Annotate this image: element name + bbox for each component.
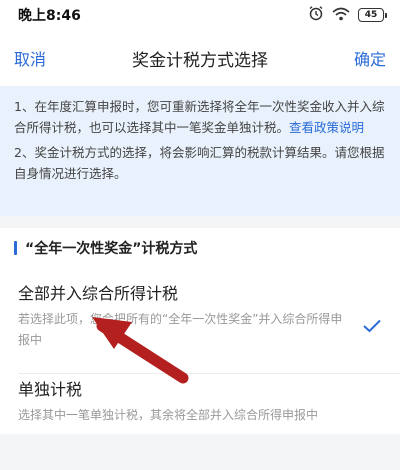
confirm-button[interactable]: 确定 bbox=[354, 46, 386, 70]
status-bar: 晚上8:46 45 bbox=[0, 0, 400, 30]
notice-line-2: 2、奖金计税方式的选择，将会影响汇算的税款计算结果。请您根据自身情况进行选择。 bbox=[14, 145, 385, 181]
cancel-button[interactable]: 取消 bbox=[14, 46, 46, 70]
section-header: “全年一次性奖金”计税方式 bbox=[0, 228, 400, 268]
divider bbox=[18, 373, 400, 374]
notice-panel: 1、在年度汇算申报时，您可重新选择将全年一次性奖金收入并入综合所得计税，也可以选… bbox=[0, 86, 400, 216]
wifi-icon bbox=[332, 6, 350, 25]
policy-link[interactable]: 查看政策说明 bbox=[289, 120, 364, 135]
checkmark-icon bbox=[362, 318, 382, 334]
nav-bar: 取消 奖金计税方式选择 确定 bbox=[0, 30, 400, 86]
option-description: 若选择此项，您会把所有的“全年一次性奖金”并入综合所得申报中 bbox=[18, 312, 343, 347]
battery-icon: 45 bbox=[358, 8, 387, 22]
page-title: 奖金计税方式选择 bbox=[132, 50, 268, 71]
status-time: 晚上8:46 bbox=[18, 8, 81, 24]
section-title: “全年一次性奖金”计税方式 bbox=[25, 241, 198, 257]
status-icons: 45 bbox=[308, 5, 387, 25]
section-accent-bar bbox=[14, 241, 17, 255]
option-title: 单独计税 bbox=[18, 380, 83, 399]
battery-level: 45 bbox=[364, 9, 378, 20]
option-card: “全年一次性奖金”计税方式 全部并入综合所得计税 若选择此项，您会把所有的“全年… bbox=[0, 228, 400, 434]
alarm-icon bbox=[308, 5, 324, 25]
option-title: 全部并入综合所得计税 bbox=[18, 284, 179, 303]
option-separate[interactable]: 单独计税 选择其中一笔单独计税，其余将全部并入综合所得申报中 bbox=[0, 378, 400, 436]
option-description: 选择其中一笔单独计税，其余将全部并入综合所得申报中 bbox=[18, 408, 319, 422]
notice-line-1: 1、在年度汇算申报时，您可重新选择将全年一次性奖金收入并入综合所得计税，也可以选… bbox=[14, 96, 386, 138]
option-merge-all[interactable]: 全部并入综合所得计税 若选择此项，您会把所有的“全年一次性奖金”并入综合所得申报… bbox=[0, 282, 400, 366]
